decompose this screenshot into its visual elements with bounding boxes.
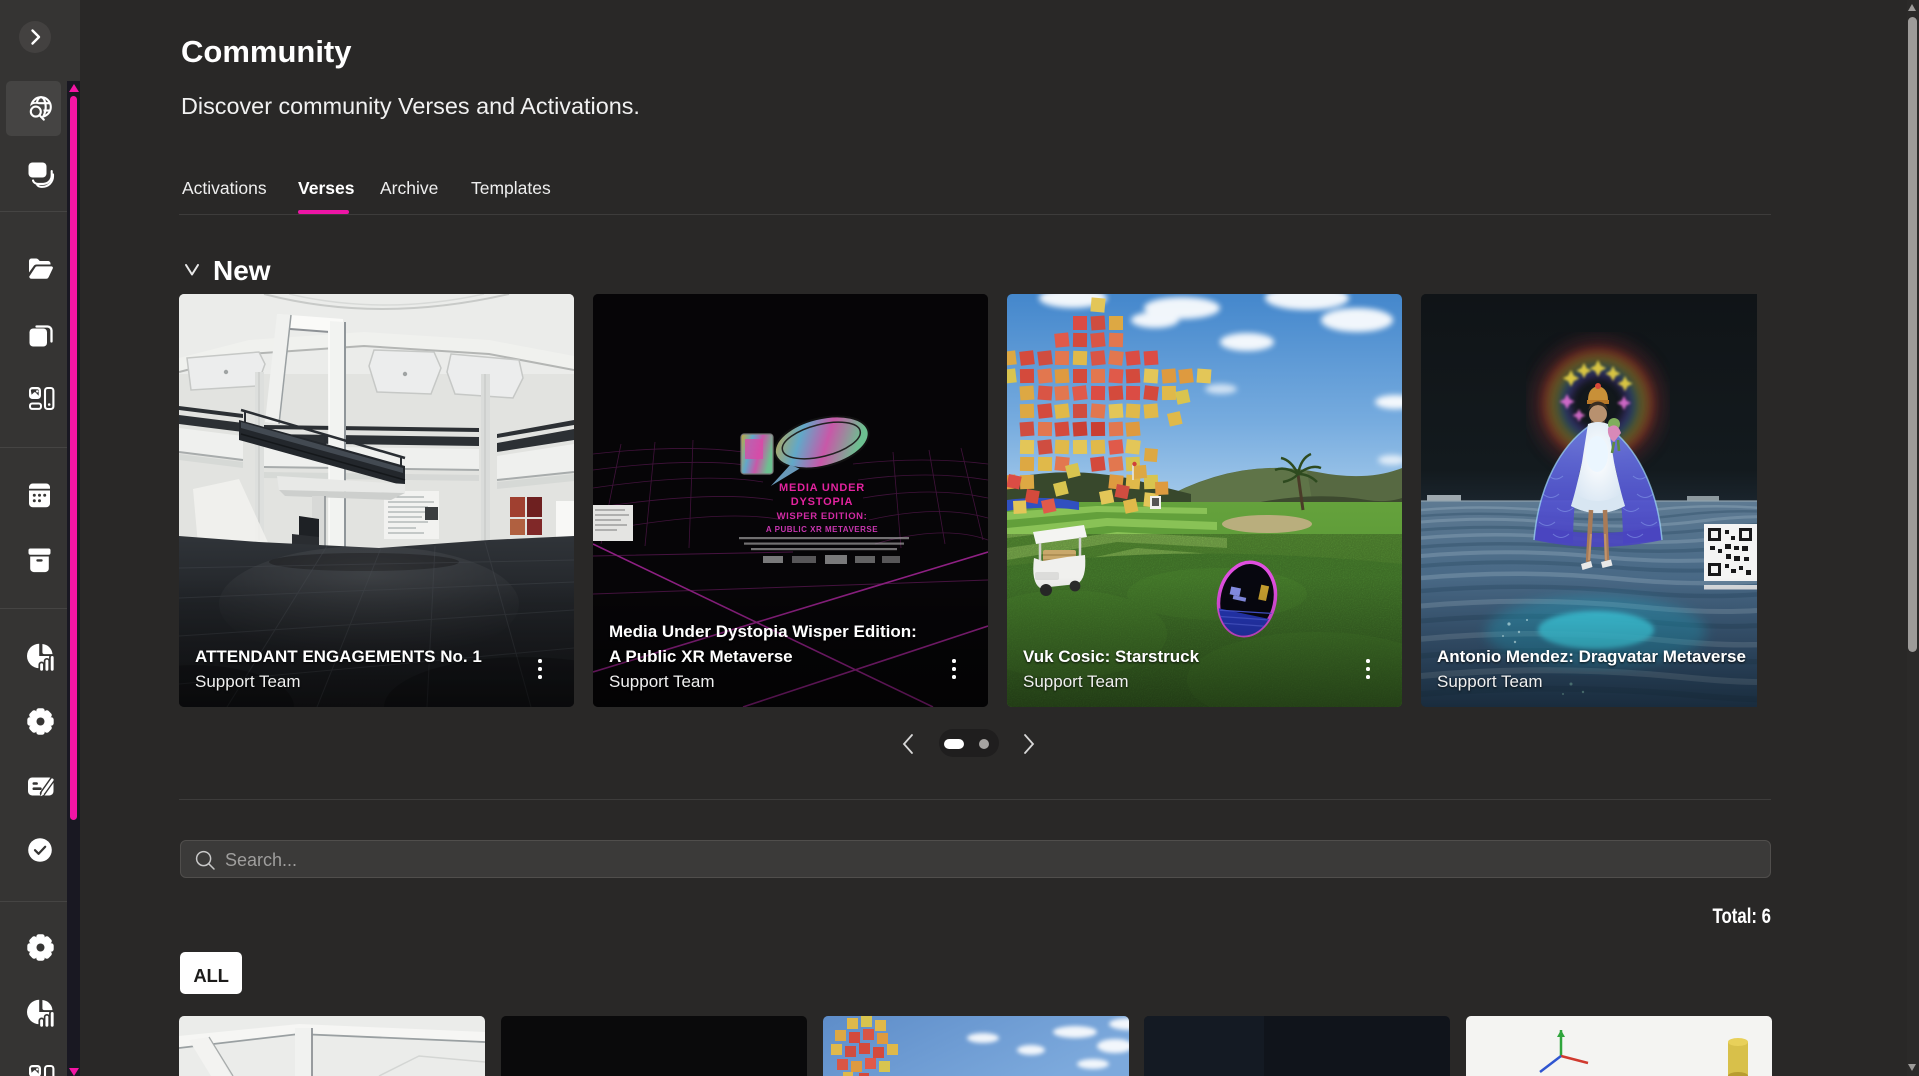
svg-text:DYSTOPIA: DYSTOPIA (791, 496, 853, 508)
svg-text:MEDIA UNDER: MEDIA UNDER (779, 482, 865, 494)
svg-text:A PUBLIC XR METAVERSE: A PUBLIC XR METAVERSE (766, 525, 878, 534)
svg-text:WISPER EDITION:: WISPER EDITION: (777, 511, 868, 522)
